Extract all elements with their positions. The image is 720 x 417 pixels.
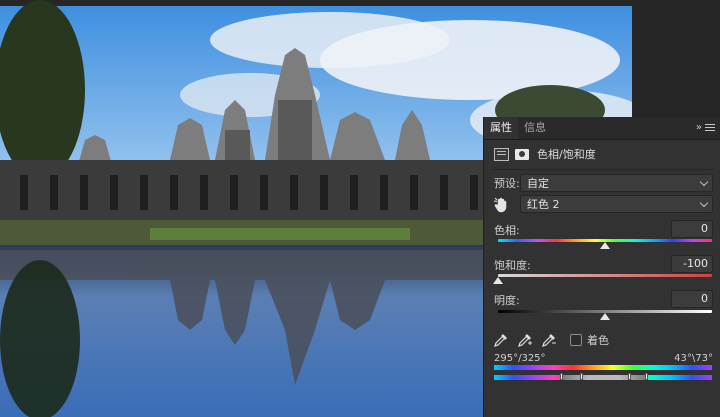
lightness-label: 明度: xyxy=(494,294,520,307)
tab-info[interactable]: 信息 xyxy=(518,117,552,139)
adjustment-header: 色相/饱和度 xyxy=(484,143,720,165)
hue-slider-thumb[interactable] xyxy=(600,242,610,249)
lightness-value-field[interactable]: 0 xyxy=(671,290,713,308)
colorize-checkbox[interactable] xyxy=(570,334,582,346)
result-hue-bar[interactable] xyxy=(494,373,712,380)
eyedropper-icon[interactable] xyxy=(494,333,508,347)
chevron-down-icon xyxy=(699,198,709,208)
hue-label: 色相: xyxy=(494,224,520,237)
preset-value: 自定 xyxy=(527,177,549,190)
range-handle-right-inner[interactable] xyxy=(628,373,631,380)
source-hue-bar xyxy=(494,365,712,370)
properties-panel: 属性 信息 » 色相/饱和度 预设: 自定 红色 2 色相: 0 饱和度: -1… xyxy=(483,117,720,417)
hue-value-field[interactable]: 0 xyxy=(671,220,713,238)
adjustment-layer-icon[interactable] xyxy=(494,147,509,161)
collapse-panel-icon[interactable]: » xyxy=(696,117,702,139)
eyedropper-plus-icon[interactable] xyxy=(518,333,532,347)
channel-select[interactable]: 红色 2 xyxy=(520,195,713,213)
mask-icon[interactable] xyxy=(515,148,529,160)
hand-target-icon[interactable] xyxy=(494,197,508,213)
eyedropper-tools: 着色 xyxy=(494,331,609,349)
saturation-slider-thumb[interactable] xyxy=(493,277,503,284)
eyedropper-minus-icon[interactable] xyxy=(542,333,556,347)
panel-tab-bar: 属性 信息 » xyxy=(484,117,720,140)
lightness-slider-thumb[interactable] xyxy=(600,313,610,320)
channel-value: 红色 2 xyxy=(527,198,560,211)
saturation-label: 饱和度: xyxy=(494,259,531,272)
preset-label: 预设: xyxy=(494,177,520,190)
divider xyxy=(492,169,713,170)
range-handle-left-inner[interactable] xyxy=(580,373,583,380)
range-handle-left-outer[interactable] xyxy=(560,373,563,380)
range-right-readout: 43°\73° xyxy=(674,353,713,364)
adjustment-name: 色相/饱和度 xyxy=(537,148,596,161)
colorize-label: 着色 xyxy=(587,334,609,347)
chevron-down-icon xyxy=(699,177,709,187)
selected-range xyxy=(560,375,648,380)
saturation-slider-track[interactable] xyxy=(498,274,712,277)
range-handle-right-outer[interactable] xyxy=(645,373,648,380)
saturation-value-field[interactable]: -100 xyxy=(671,255,713,273)
range-left-readout: 295°/325° xyxy=(494,353,546,364)
tab-properties[interactable]: 属性 xyxy=(484,117,518,139)
preset-select[interactable]: 自定 xyxy=(520,174,713,192)
panel-menu-icon[interactable] xyxy=(705,122,715,134)
